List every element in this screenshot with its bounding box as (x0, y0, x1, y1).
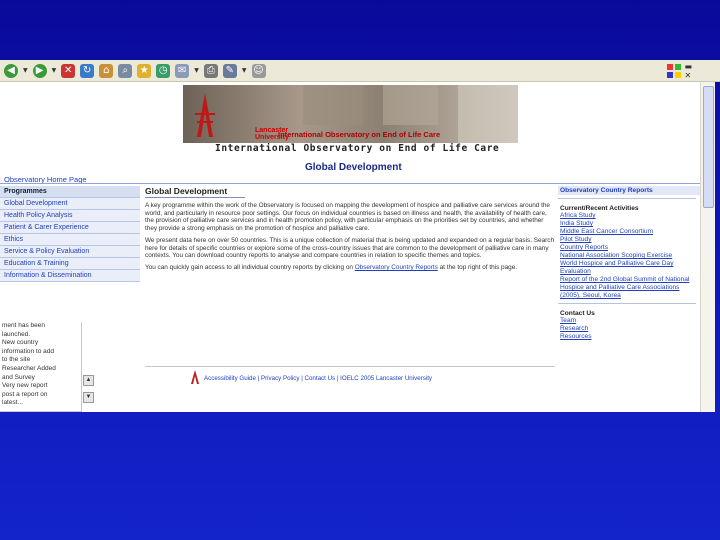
nav-item-patient-carer[interactable]: Patient & Carer Experience (0, 222, 140, 234)
refresh-icon[interactable]: ↻ (80, 63, 95, 78)
mail-icon[interactable]: ✉ (175, 63, 190, 78)
nav-item-education[interactable]: Education & Training (0, 258, 140, 270)
news-line: latest... (2, 399, 23, 407)
news-line: to the site (2, 356, 31, 364)
nav-item-global-development[interactable]: Global Development (0, 198, 140, 210)
banner-photo (458, 85, 518, 143)
news-line: information to add (2, 347, 55, 355)
footer-divider (145, 366, 555, 367)
nav-heading-programmes: Programmes (0, 186, 140, 198)
nav-item-information[interactable]: Information & Dissemination (0, 270, 140, 282)
page-scrollbar[interactable] (700, 82, 715, 412)
site-subtitle: International Observatory on End of Life… (215, 143, 500, 154)
messenger-icon[interactable]: ☺ (251, 63, 266, 78)
footer-links[interactable]: Accessibility Guide | Privacy Policy | C… (204, 375, 432, 382)
favorites-icon[interactable]: ★ (137, 63, 152, 78)
mail-dropdown-icon[interactable]: ▼ (194, 67, 199, 74)
news-line: Very new report (2, 382, 48, 390)
activity-link[interactable]: Pilot Study (558, 236, 700, 244)
nav-item-service-policy[interactable]: Service & Policy Evaluation (0, 246, 140, 258)
main-content: Global Development A key programme withi… (145, 186, 555, 272)
news-line: post a report on (2, 390, 48, 398)
window-controls[interactable]: ▬ ✕ (684, 62, 692, 80)
activities-heading: Current/Recent Activities (560, 205, 639, 212)
scrollbar-thumb[interactable] (703, 86, 714, 208)
news-line: launched. (2, 330, 31, 338)
news-scroll-up-button[interactable]: ▲ (83, 375, 94, 386)
contact-link[interactable]: Resources (558, 333, 700, 341)
print-icon[interactable]: ⎙ (203, 63, 218, 78)
back-icon[interactable]: ◀ (4, 63, 18, 78)
news-line: Researcher Added (2, 364, 56, 372)
search-icon[interactable]: ⌕ (118, 63, 133, 78)
banner-photo (383, 85, 438, 125)
site-banner: Lancaster University International Obser… (183, 85, 518, 143)
activity-link[interactable]: Middle East Cancer Consortium (558, 228, 700, 236)
sidebar-divider (558, 198, 696, 199)
reports-text-prefix: You can quickly gain access to all indiv… (145, 263, 355, 271)
windows-logo-icon (667, 64, 681, 78)
banner-title: International Observatory on End of Life… (278, 130, 441, 139)
activity-link[interactable]: Country Reports (558, 244, 700, 252)
nav-item-ethics[interactable]: Ethics (0, 234, 140, 246)
home-icon[interactable]: ⌂ (99, 63, 114, 78)
stop-icon[interactable]: ✕ (61, 63, 76, 78)
sidebar-divider (558, 303, 696, 304)
web-page: Lancaster University International Obser… (0, 82, 700, 412)
content-heading: Global Development (145, 186, 245, 198)
activity-link[interactable]: National Association Scoping Exercise (558, 252, 700, 260)
back-dropdown-icon[interactable]: ▼ (23, 67, 28, 74)
presentation-slide: ◀ ▼ ▶ ▼ ✕ ↻ ⌂ ⌕ ★ ◷ ✉ ▼ ⎙ ✎ ▼ ☺ ▬ ✕ Lanc… (0, 0, 720, 540)
left-navigation: Programmes Global Development Health Pol… (0, 186, 140, 282)
observatory-reports-inline-link[interactable]: Observatory Country Reports (355, 264, 438, 271)
page-title: Global Development (305, 162, 402, 173)
reports-paragraph: You can quickly gain access to all indiv… (145, 264, 555, 272)
contact-link[interactable]: Research (558, 325, 700, 333)
activity-link[interactable]: World Hospice and Palliative Care Day (558, 260, 700, 268)
edit-dropdown-icon[interactable]: ▼ (242, 67, 247, 74)
activity-link[interactable]: Evaluation (558, 268, 700, 276)
forward-icon[interactable]: ▶ (32, 63, 47, 78)
data-paragraph: We present data here on over 50 countrie… (145, 236, 555, 260)
news-ticker: ment has been launched. New country info… (0, 322, 82, 412)
history-icon[interactable]: ◷ (156, 63, 171, 78)
news-line: and Survey (2, 373, 35, 381)
activity-link[interactable]: Report of the 2nd Global Summit of Natio… (558, 276, 700, 300)
contact-heading: Contact Us (560, 310, 595, 317)
reports-text-suffix: at the top right of this page. (437, 263, 518, 271)
banner-photo (303, 85, 363, 125)
activity-link[interactable]: Africa Study (558, 212, 700, 220)
country-reports-link[interactable]: Observatory Country Reports (558, 186, 700, 195)
intro-paragraph: A key programme within the work of the O… (145, 202, 550, 233)
news-scroll-down-button[interactable]: ▼ (83, 392, 94, 403)
activity-link[interactable]: India Study (558, 220, 700, 228)
news-line: ment has been (2, 322, 46, 329)
footer-logo-icon (191, 370, 199, 384)
header-divider (0, 183, 700, 184)
forward-dropdown-icon[interactable]: ▼ (52, 67, 57, 74)
lancaster-university-logo-icon (195, 93, 215, 137)
nav-item-health-policy[interactable]: Health Policy Analysis (0, 210, 140, 222)
news-line: New country (2, 339, 39, 347)
right-sidebar: Observatory Country Reports Current/Rece… (558, 186, 700, 341)
browser-toolbar: ◀ ▼ ▶ ▼ ✕ ↻ ⌂ ⌕ ★ ◷ ✉ ▼ ⎙ ✎ ▼ ☺ ▬ ✕ (0, 60, 720, 82)
edit-icon[interactable]: ✎ (222, 63, 237, 78)
contact-link[interactable]: Team (558, 317, 700, 325)
